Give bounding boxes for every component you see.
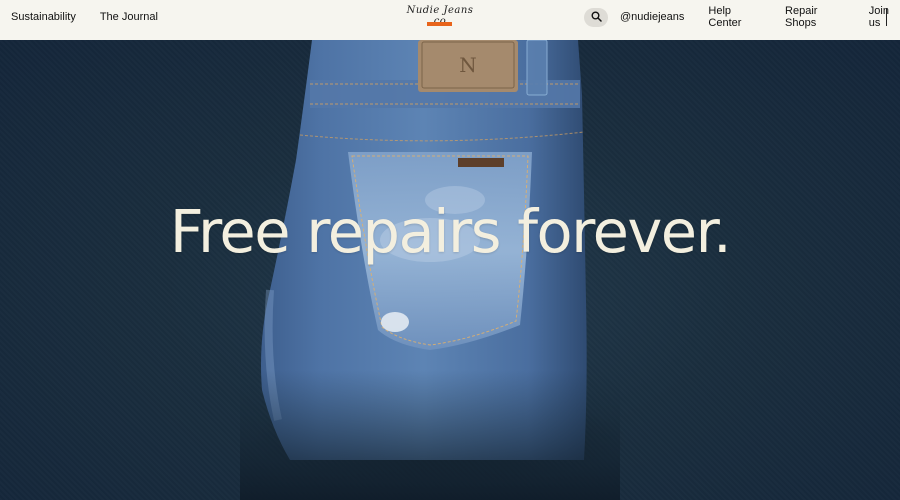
- nav-link-sustainability[interactable]: Sustainability: [11, 11, 76, 23]
- nav-link-join-us[interactable]: Join us: [869, 5, 900, 29]
- nav-link-instagram[interactable]: @nudiejeans: [620, 11, 684, 23]
- jeans-image: N: [240, 40, 630, 500]
- header-divider: [886, 8, 887, 26]
- nav-left: Sustainability The Journal: [11, 0, 158, 33]
- nav-link-repair-shops[interactable]: Repair Shops: [785, 5, 845, 29]
- nav-right: @nudiejeans Help Center Repair Shops Joi…: [620, 0, 900, 33]
- site-header: Sustainability The Journal Nudie Jeans c…: [0, 0, 900, 40]
- search-button[interactable]: [584, 8, 608, 27]
- logo-accent-bar: [427, 22, 452, 26]
- hero-headline: Free repairs forever.: [169, 197, 732, 266]
- nav-link-help-center[interactable]: Help Center: [708, 5, 761, 29]
- hero-banner: N Free repairs forever.: [0, 40, 900, 500]
- svg-text:N: N: [459, 53, 477, 77]
- nav-link-the-journal[interactable]: The Journal: [100, 11, 158, 23]
- search-icon: [591, 9, 602, 27]
